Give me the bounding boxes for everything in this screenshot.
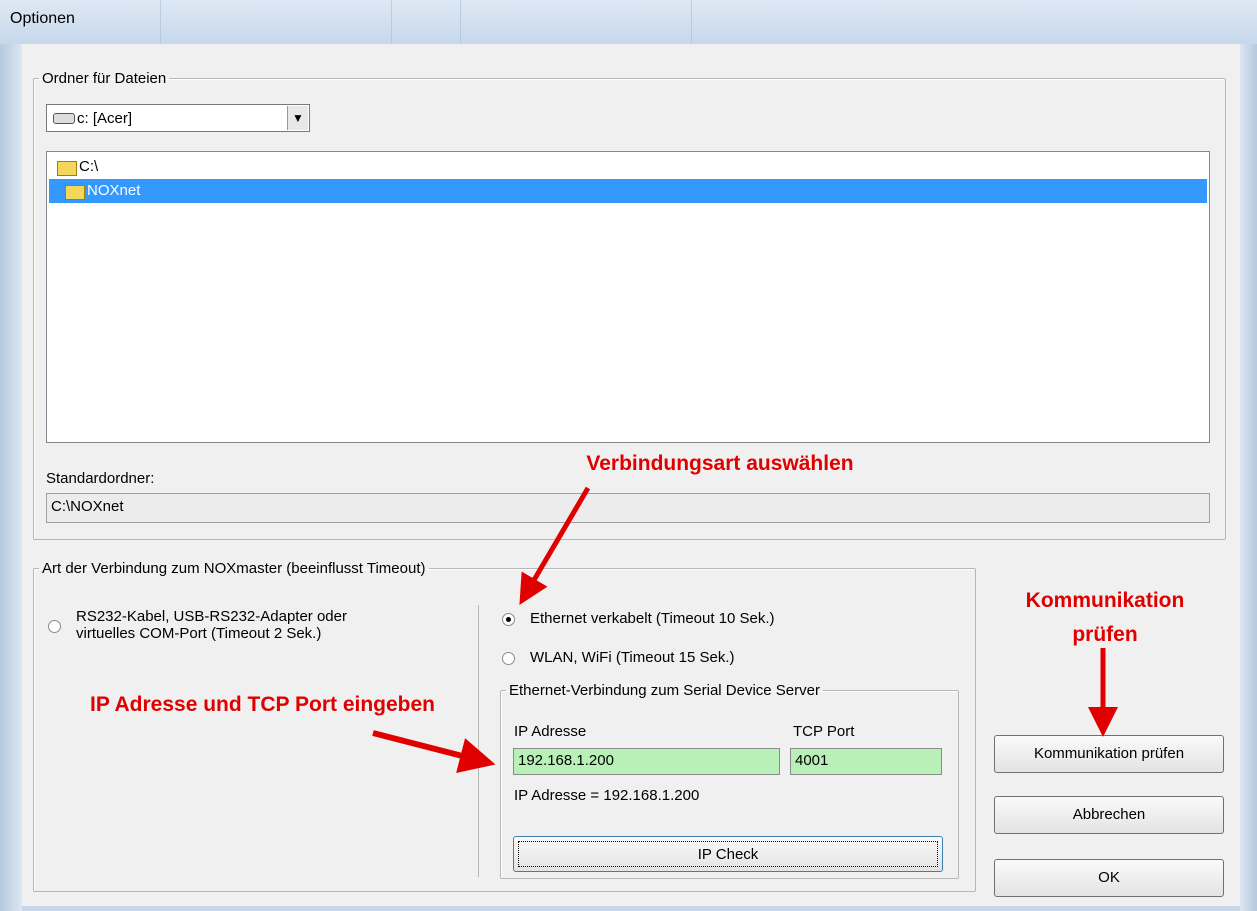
arrow-to-ethernet-radio bbox=[519, 486, 591, 605]
arrow-to-ip-input bbox=[372, 730, 496, 773]
annotation-arrows bbox=[372, 486, 1118, 773]
